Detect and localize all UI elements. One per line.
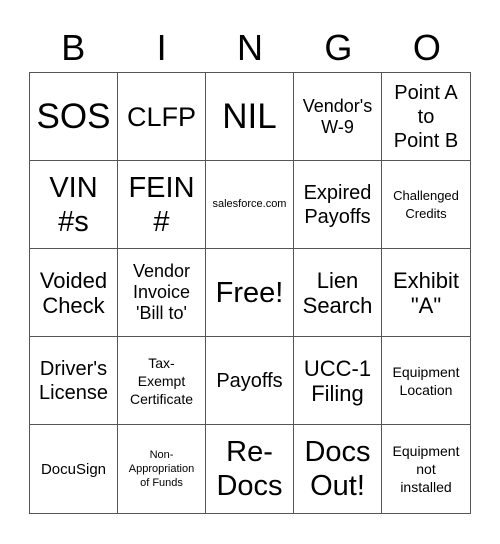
bingo-cell[interactable]: CLFP — [118, 73, 206, 161]
cell-label: Expired Payoffs — [303, 181, 372, 228]
cell-label: Voided Check — [39, 267, 108, 318]
cell-label: SOS — [36, 96, 111, 136]
bingo-cell[interactable]: VIN #s — [30, 161, 118, 249]
cell-label: Equipment not installed — [392, 443, 460, 495]
bingo-header: B I N G O — [29, 24, 471, 72]
free-space-cell[interactable]: Free! — [206, 249, 294, 337]
bingo-cell[interactable]: Non- Appropriation of Funds — [118, 425, 206, 513]
bingo-cell[interactable]: FEIN # — [118, 161, 206, 249]
free-space-label: Free! — [215, 276, 284, 309]
cell-label: FEIN # — [128, 171, 195, 238]
cell-label: DocuSign — [40, 460, 107, 478]
header-letter-b: B — [61, 27, 86, 68]
bingo-cell[interactable]: SOS — [30, 73, 118, 161]
bingo-cell[interactable]: Point A to Point B — [382, 73, 470, 161]
bingo-cell[interactable]: Vendor's W-9 — [294, 73, 382, 161]
cell-label: Tax- Exempt Certificate — [129, 354, 194, 407]
bingo-cell[interactable]: Expired Payoffs — [294, 161, 382, 249]
cell-label: Payoffs — [216, 369, 283, 392]
bingo-cell[interactable]: Tax- Exempt Certificate — [118, 337, 206, 425]
cell-label: Point A to Point B — [393, 81, 459, 152]
header-letter-i: I — [156, 27, 167, 68]
bingo-cell[interactable]: Voided Check — [30, 249, 118, 337]
bingo-cell[interactable]: Equipment not installed — [382, 425, 470, 513]
bingo-cell[interactable]: Equipment Location — [382, 337, 470, 425]
header-letter-n: N — [237, 27, 264, 68]
cell-label: Driver's License — [39, 357, 108, 404]
header-letter-o: O — [412, 27, 441, 68]
bingo-cell[interactable]: Challenged Credits — [382, 161, 470, 249]
bingo-cell[interactable]: Payoffs — [206, 337, 294, 425]
bingo-cell[interactable]: Exhibit "A" — [382, 249, 470, 337]
bingo-cell[interactable]: NIL — [206, 73, 294, 161]
cell-label: Challenged Credits — [393, 187, 459, 221]
cell-label: Exhibit "A" — [392, 267, 460, 318]
bingo-cell[interactable]: Re- Docs — [206, 425, 294, 513]
cell-label: CLFP — [126, 101, 197, 132]
header-letter-g: G — [324, 27, 353, 68]
cell-label: Vendor's W-9 — [302, 95, 373, 137]
bingo-cell[interactable]: UCC-1 Filing — [294, 337, 382, 425]
cell-label: Vendor Invoice 'Bill to' — [132, 261, 191, 323]
cell-label: Re- Docs — [216, 436, 283, 502]
cell-label: Lien Search — [302, 267, 373, 318]
bingo-cell[interactable]: salesforce.com — [206, 161, 294, 249]
cell-label: Non- Appropriation of Funds — [128, 449, 195, 489]
cell-label: Equipment Location — [392, 363, 460, 398]
bingo-cell[interactable]: Lien Search — [294, 249, 382, 337]
bingo-board: SOS CLFP NIL Vendor's W-9 Point A to Poi… — [29, 72, 471, 514]
bingo-cell[interactable]: Vendor Invoice 'Bill to' — [118, 249, 206, 337]
cell-label: NIL — [222, 96, 277, 136]
cell-label: VIN #s — [49, 171, 98, 238]
bingo-cell[interactable]: Driver's License — [30, 337, 118, 425]
bingo-cell[interactable]: DocuSign — [30, 425, 118, 513]
bingo-cell[interactable]: Docs Out! — [294, 425, 382, 513]
cell-label: UCC-1 Filing — [303, 355, 372, 406]
cell-label: Docs Out! — [304, 436, 371, 502]
cell-label: salesforce.com — [212, 198, 287, 210]
